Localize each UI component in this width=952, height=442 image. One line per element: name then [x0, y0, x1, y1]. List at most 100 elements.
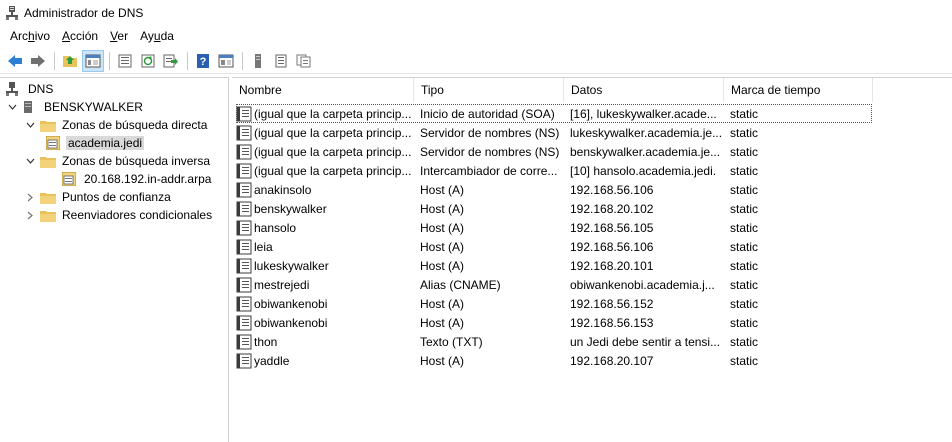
chevron-down-icon[interactable] [24, 155, 36, 167]
tree-item-academia-jedi[interactable]: academia.jedi [46, 134, 145, 152]
copy-records-button[interactable] [293, 50, 315, 72]
toolbar-separator [242, 51, 243, 70]
dns-app-icon [6, 6, 18, 20]
record-data: obiwankenobi.academia.j... [570, 277, 715, 292]
chevron-right-icon[interactable] [24, 191, 36, 203]
folder-icon [40, 154, 56, 168]
tree-item-forward-zones[interactable]: Zonas de búsqueda directa [24, 116, 209, 134]
column-header-nombre[interactable]: Nombre [232, 78, 414, 102]
column-header-datos[interactable]: Datos [564, 78, 724, 102]
table-row[interactable]: (igual que la carpeta princip... Interca… [236, 161, 872, 180]
tree-item-conditional-forwarders[interactable]: Reenviadores condicionales [24, 206, 214, 224]
tree-label-reverse-zone: 20.168.192.in-addr.arpa [84, 172, 212, 186]
table-row[interactable]: leia Host (A) 192.168.56.106 static [236, 237, 872, 256]
record-name-cell: mestrejedi [236, 277, 414, 293]
table-row[interactable]: benskywalker Host (A) 192.168.20.102 sta… [236, 199, 872, 218]
record-name: thon [254, 334, 278, 349]
refresh-icon [141, 54, 155, 67]
menu-ver[interactable]: Ver [104, 26, 134, 46]
record-type: Texto (TXT) [420, 334, 483, 349]
show-tree-icon [85, 54, 101, 67]
dns-record-icon [236, 125, 252, 140]
record-type: Inicio de autoridad (SOA) [420, 106, 555, 121]
dns-record-icon [236, 277, 252, 292]
record-data: 192.168.20.101 [570, 258, 654, 273]
record-timestamp: static [730, 106, 759, 121]
column-header-tipo[interactable]: Tipo [414, 78, 564, 102]
export-list-icon [163, 54, 178, 67]
properties-button[interactable] [114, 50, 136, 72]
record-type: Host (A) [420, 258, 465, 273]
menu-archivo[interactable]: Archivo [4, 26, 56, 46]
back-icon [8, 54, 22, 67]
record-name: (igual que la carpeta princip... [254, 163, 412, 178]
record-data: 192.168.56.152 [570, 296, 654, 311]
record-name: (igual que la carpeta princip... [254, 144, 412, 159]
record-timestamp: static [730, 144, 759, 159]
record-type: Alias (CNAME) [420, 277, 501, 292]
chevron-down-icon[interactable] [24, 119, 36, 131]
server-icon [22, 100, 38, 114]
tree-label-trust-points: Puntos de confianza [62, 190, 171, 204]
table-row[interactable]: mestrejedi Alias (CNAME) obiwankenobi.ac… [236, 275, 872, 294]
record-name-cell: lukeskywalker [236, 258, 414, 274]
title-bar: Administrador de DNS [0, 0, 952, 26]
record-type: Servidor de nombres (NS) [420, 144, 560, 159]
chevron-down-icon[interactable] [6, 101, 18, 113]
table-row[interactable]: thon Texto (TXT) un Jedi debe sentir a t… [236, 332, 872, 351]
table-row[interactable]: hansolo Host (A) 192.168.56.105 static [236, 218, 872, 237]
folder-icon [40, 190, 56, 204]
record-data: 192.168.56.153 [570, 315, 654, 330]
record-data: 192.168.20.102 [570, 201, 654, 216]
menu-accion[interactable]: Acción [56, 26, 104, 46]
table-row[interactable]: anakinsolo Host (A) 192.168.56.106 stati… [236, 180, 872, 199]
table-row[interactable]: lukeskywalker Host (A) 192.168.20.101 st… [236, 256, 872, 275]
tree-label-dns: DNS [28, 82, 54, 96]
toolbar: ? [0, 48, 952, 74]
table-row[interactable]: (igual que la carpeta princip... Servido… [236, 123, 872, 142]
up-folder-button[interactable] [59, 50, 81, 72]
record-data: un Jedi debe sentir a tensi... [570, 334, 721, 349]
refresh-button[interactable] [137, 50, 159, 72]
record-type: Host (A) [420, 220, 465, 235]
help-button[interactable]: ? [192, 50, 214, 72]
record-timestamp: static [730, 334, 759, 349]
tree-item-server[interactable]: BENSKYWALKER [6, 98, 145, 116]
records-list: Nombre Tipo Datos Marca de tiempo (igual… [232, 77, 952, 442]
table-row[interactable]: (igual que la carpeta princip... Inicio … [236, 104, 872, 123]
menu-ayuda[interactable]: Ayuda [134, 26, 180, 46]
dns-record-icon [236, 144, 252, 159]
record-timestamp: static [730, 125, 759, 140]
tree-item-trust-points[interactable]: Puntos de confianza [24, 188, 173, 206]
tree-item-reverse-zone[interactable]: 20.168.192.in-addr.arpa [62, 170, 213, 188]
record-name-cell: (igual que la carpeta princip... [236, 144, 414, 160]
console-view-button[interactable] [215, 50, 237, 72]
show-tree-button[interactable] [82, 49, 104, 72]
record-timestamp: static [730, 220, 759, 235]
column-header-marca-de-tiempo[interactable]: Marca de tiempo [724, 78, 873, 102]
table-row[interactable]: obiwankenobi Host (A) 192.168.56.152 sta… [236, 294, 872, 313]
record-name: anakinsolo [254, 182, 312, 197]
record-timestamp: static [730, 201, 759, 216]
record-name: yaddle [254, 353, 290, 368]
record-type: Host (A) [420, 315, 465, 330]
dns-record-icon [236, 258, 252, 273]
zone-icon [46, 136, 62, 150]
tree-item-dns[interactable]: DNS [6, 80, 55, 98]
record-name: obiwankenobi [254, 315, 328, 330]
table-row[interactable]: obiwankenobi Host (A) 192.168.56.153 sta… [236, 313, 872, 332]
record-data: 192.168.56.106 [570, 239, 654, 254]
export-list-button[interactable] [160, 50, 182, 72]
server-button[interactable] [247, 50, 269, 72]
tree-item-reverse-zones[interactable]: Zonas de búsqueda inversa [24, 152, 212, 170]
record-name-cell: (igual que la carpeta princip... [236, 106, 414, 122]
table-row[interactable]: yaddle Host (A) 192.168.20.107 static [236, 351, 872, 370]
back-button[interactable] [4, 50, 26, 72]
table-row[interactable]: (igual que la carpeta princip... Servido… [236, 142, 872, 161]
forward-button[interactable] [27, 50, 49, 72]
zone-list-button[interactable] [270, 50, 292, 72]
record-timestamp: static [730, 239, 759, 254]
dns-record-icon [236, 220, 252, 235]
record-name: obiwankenobi [254, 296, 328, 311]
chevron-right-icon[interactable] [24, 209, 36, 221]
